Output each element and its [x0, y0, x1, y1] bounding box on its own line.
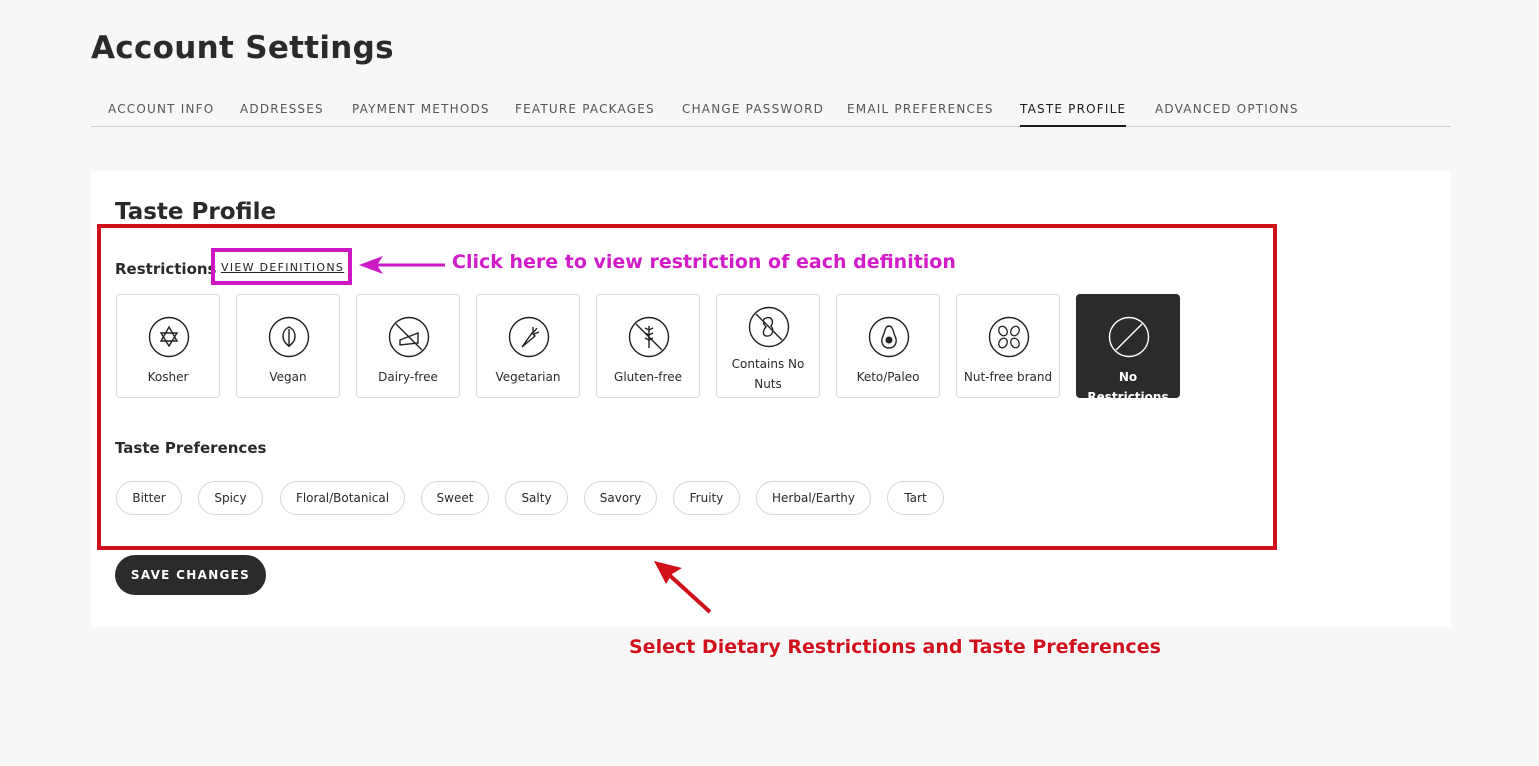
pref-tart[interactable]: Tart — [887, 481, 944, 515]
restriction-no-restrictions[interactable]: No Restrictions — [1076, 294, 1180, 404]
pref-salty[interactable]: Salty — [505, 481, 568, 515]
restriction-label: No Restrictions — [1087, 370, 1169, 404]
tab-feature-packages[interactable]: FEATURE PACKAGES — [515, 98, 655, 127]
restriction-vegan[interactable]: Vegan — [236, 294, 340, 398]
page-title: Account Settings — [91, 30, 394, 66]
restrictions-label: Restrictions — [115, 260, 217, 278]
tab-addresses[interactable]: ADDRESSES — [240, 98, 324, 127]
annotation-view-definitions: Click here to view restriction of each d… — [452, 251, 956, 273]
pref-fruity[interactable]: Fruity — [673, 481, 740, 515]
restriction-label: Nut-free brand — [963, 370, 1053, 384]
restriction-gluten-free[interactable]: Gluten-free — [596, 294, 700, 398]
restriction-vegetarian[interactable]: Vegetarian — [476, 294, 580, 398]
tab-payment-methods[interactable]: PAYMENT METHODS — [352, 98, 490, 127]
restriction-contains-no-nuts[interactable]: Contains No Nuts — [716, 294, 820, 398]
restriction-label: Gluten-free — [614, 370, 682, 384]
nuts-icon — [988, 316, 1030, 358]
restriction-label: Contains No Nuts — [731, 357, 805, 391]
restriction-label: Dairy-free — [378, 370, 438, 384]
pref-sweet[interactable]: Sweet — [421, 481, 489, 515]
tab-taste-profile[interactable]: TASTE PROFILE — [1020, 98, 1127, 127]
save-changes-button[interactable]: SAVE CHANGES — [115, 555, 266, 595]
restriction-label: Vegetarian — [495, 370, 561, 384]
avocado-icon — [868, 316, 910, 358]
restriction-label: Keto/Paleo — [856, 370, 920, 384]
annotation-select-preferences: Select Dietary Restrictions and Taste Pr… — [629, 636, 1161, 658]
no-peanut-icon — [748, 306, 790, 348]
pref-spicy[interactable]: Spicy — [198, 481, 263, 515]
view-definitions-link[interactable]: VIEW DEFINITIONS — [221, 261, 344, 274]
pref-herbal-earthy[interactable]: Herbal/Earthy — [756, 481, 871, 515]
taste-preferences-label: Taste Preferences — [115, 439, 267, 457]
restriction-kosher[interactable]: Kosher — [116, 294, 220, 398]
restriction-dairy-free[interactable]: Dairy-free — [356, 294, 460, 398]
pref-bitter[interactable]: Bitter — [116, 481, 182, 515]
no-symbol-icon — [1108, 316, 1150, 358]
pref-savory[interactable]: Savory — [584, 481, 657, 515]
no-cheese-icon — [388, 316, 430, 358]
restriction-keto-paleo[interactable]: Keto/Paleo — [836, 294, 940, 398]
pink-arrow-icon — [359, 256, 445, 274]
carrot-icon — [508, 316, 550, 358]
leaf-icon — [268, 316, 310, 358]
section-title: Taste Profile — [115, 199, 277, 225]
restriction-label: Vegan — [269, 370, 307, 384]
no-wheat-icon — [628, 316, 670, 358]
pref-floral-botanical[interactable]: Floral/Botanical — [280, 481, 405, 515]
settings-tabs: ACCOUNT INFO ADDRESSES PAYMENT METHODS F… — [91, 98, 1451, 127]
star-of-david-icon — [148, 316, 190, 358]
tab-change-password[interactable]: CHANGE PASSWORD — [682, 98, 824, 127]
tab-account-info[interactable]: ACCOUNT INFO — [108, 98, 214, 127]
taste-profile-card: Taste Profile Restrictions VIEW DEFINITI… — [91, 171, 1451, 627]
tab-email-preferences[interactable]: EMAIL PREFERENCES — [847, 98, 994, 127]
red-arrow-icon — [654, 561, 712, 614]
tab-advanced-options[interactable]: ADVANCED OPTIONS — [1155, 98, 1299, 127]
restriction-nut-free-brand[interactable]: Nut-free brand — [956, 294, 1060, 398]
restriction-label: Kosher — [147, 370, 189, 384]
